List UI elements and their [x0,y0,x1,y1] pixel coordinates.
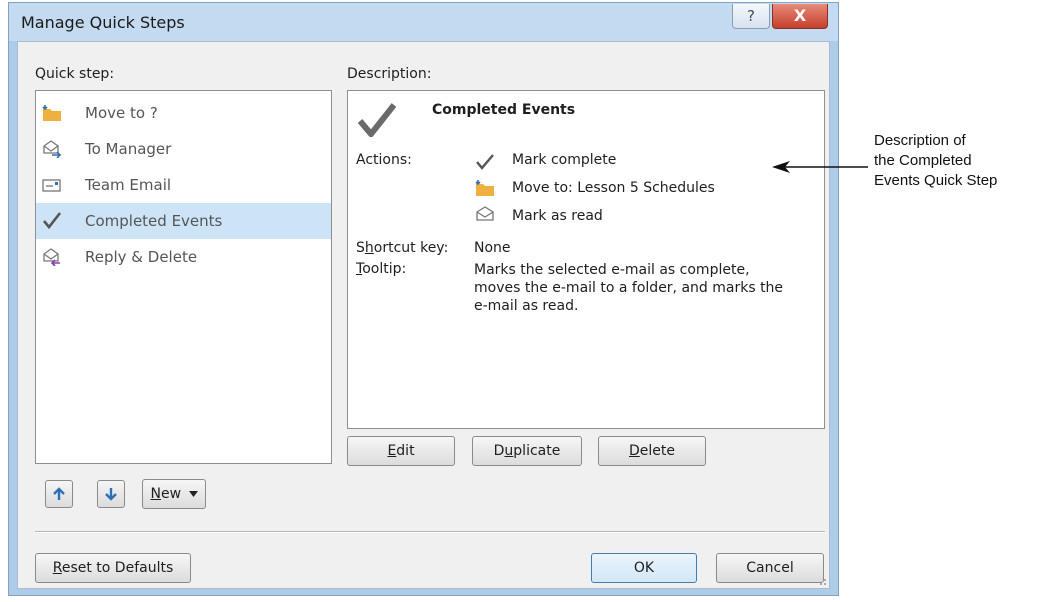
arrow-down-icon [105,488,117,501]
move-folder-icon [42,105,61,121]
reply-delete-icon [43,248,60,266]
list-item-label: To Manager [85,140,172,158]
description-heading: Completed Events [432,102,576,118]
annotation-line: the Completed [874,152,972,169]
action-mark-complete: Mark complete [512,152,617,168]
shortcut-key-label: Shortcut key: [356,240,449,256]
title-bar[interactable]: Manage Quick Steps ? X [9,3,838,41]
description-label: Description: [347,66,432,82]
move-folder-icon [475,180,494,196]
open-envelope-icon [476,206,494,221]
dialog-body: Quick step: Description: Move to ? To Ma… [17,41,830,589]
list-item-team-email[interactable]: Team Email [36,167,331,203]
manage-quick-steps-dialog: Manage Quick Steps ? X Quick step: Descr… [8,2,839,596]
action-move-to: Move to: Lesson 5 Schedules [512,180,715,196]
tooltip-line: Marks the selected e-mail as complete, [474,262,750,278]
list-item-reply-delete[interactable]: Reply & Delete [36,239,331,275]
actions-label: Actions: [356,152,412,168]
description-panel: Completed Events Actions: Mark complete … [347,90,825,429]
edit-button[interactable]: Edit [347,436,455,466]
list-item-label: Team Email [85,176,172,194]
move-up-button[interactable] [45,480,73,508]
dropdown-arrow-icon [188,491,198,497]
delete-button[interactable]: Delete [598,436,706,466]
arrow-up-icon [53,487,65,500]
separator [35,531,825,533]
quick-step-list[interactable]: Move to ? To Manager Team Email Complete… [35,90,332,464]
list-item-label: Completed Events [85,212,223,230]
help-button[interactable]: ? [732,4,770,29]
tooltip-label: Tooltip: [356,261,407,277]
quick-step-label: Quick step: [35,66,115,82]
callout-annotation: Description of the Completed Events Quic… [874,131,997,191]
ok-button[interactable]: OK [591,553,697,583]
tooltip-line: e-mail as read. [474,298,579,314]
action-mark-as-read: Mark as read [512,208,603,224]
cancel-button[interactable]: Cancel [716,553,824,583]
list-item-move-to[interactable]: Move to ? [36,95,331,131]
list-item-completed-events[interactable]: Completed Events [36,203,331,239]
dialog-title: Manage Quick Steps [21,13,185,32]
shortcut-key-value: None [474,240,511,256]
help-icon: ? [747,7,755,25]
checkmark-icon [43,212,62,230]
forward-mail-icon [43,140,62,158]
list-item-to-manager[interactable]: To Manager [36,131,331,167]
list-item-label: Reply & Delete [85,248,198,266]
tooltip-line: moves the e-mail to a folder, and marks … [474,280,784,296]
reset-to-defaults-button[interactable]: Reset to Defaults [35,553,191,583]
list-item-label: Move to ? [85,104,158,122]
close-icon: X [793,6,807,25]
callout-arrow [772,161,868,173]
annotation-line: Events Quick Step [874,172,998,189]
large-checkmark-icon [358,103,396,137]
duplicate-button[interactable]: Duplicate [472,436,582,466]
tooltip-text: Marks the selected e-mail as complete, m… [474,261,783,315]
email-card-icon [42,179,61,192]
checkmark-icon [476,154,494,170]
new-button[interactable]: New [142,479,206,509]
move-down-button[interactable] [97,480,125,508]
resize-grip-icon[interactable] [817,576,827,586]
annotation-line: Description of [874,132,966,149]
close-button[interactable]: X [772,4,828,29]
